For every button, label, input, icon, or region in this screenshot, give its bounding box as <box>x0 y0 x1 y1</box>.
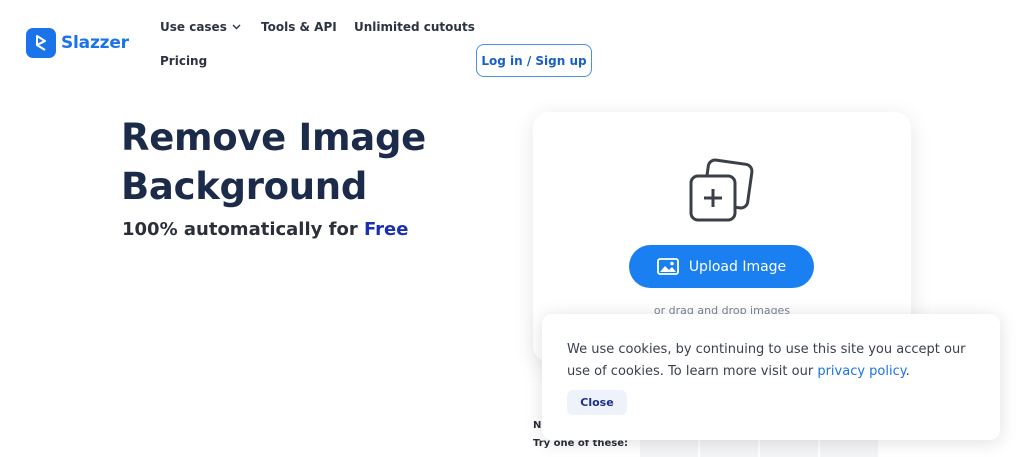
partial-hint-text: N <box>533 420 542 431</box>
hero-subtitle: 100% automatically for Free <box>122 219 408 240</box>
brand-logo[interactable]: Slazzer <box>26 28 129 58</box>
hero-subtitle-free: Free <box>363 219 409 240</box>
brand-name: Slazzer <box>61 33 129 53</box>
upload-image-button[interactable]: Upload Image <box>629 245 814 288</box>
cookie-banner: We use cookies, by continuing to use thi… <box>542 314 1000 440</box>
login-signup-button[interactable]: Log in / Sign up <box>476 44 592 77</box>
cookie-close-button[interactable]: Close <box>567 390 627 415</box>
nav-tools-api[interactable]: Tools & API <box>261 20 337 34</box>
nav-use-cases-label: Use cases <box>160 20 227 34</box>
nav-pricing[interactable]: Pricing <box>160 54 207 68</box>
hero-title-line2: Background <box>121 165 368 208</box>
image-icon <box>656 258 679 275</box>
nav-use-cases[interactable]: Use cases <box>160 20 241 34</box>
cookie-message-period: . <box>905 364 910 379</box>
nav-unlimited-cutouts[interactable]: Unlimited cutouts <box>354 20 475 34</box>
hero-title-line1: Remove Image <box>121 116 426 159</box>
hero-subtitle-prefix: 100% automatically for <box>122 219 364 240</box>
cookie-message: We use cookies, by continuing to use thi… <box>567 339 982 383</box>
privacy-policy-link[interactable]: privacy policy <box>817 364 905 379</box>
add-image-stack-icon <box>689 158 754 222</box>
slazzer-logo-icon <box>26 28 56 58</box>
upload-image-label: Upload Image <box>688 258 787 275</box>
hero-title: Remove Image Background <box>121 113 426 211</box>
chevron-down-icon <box>232 24 241 30</box>
